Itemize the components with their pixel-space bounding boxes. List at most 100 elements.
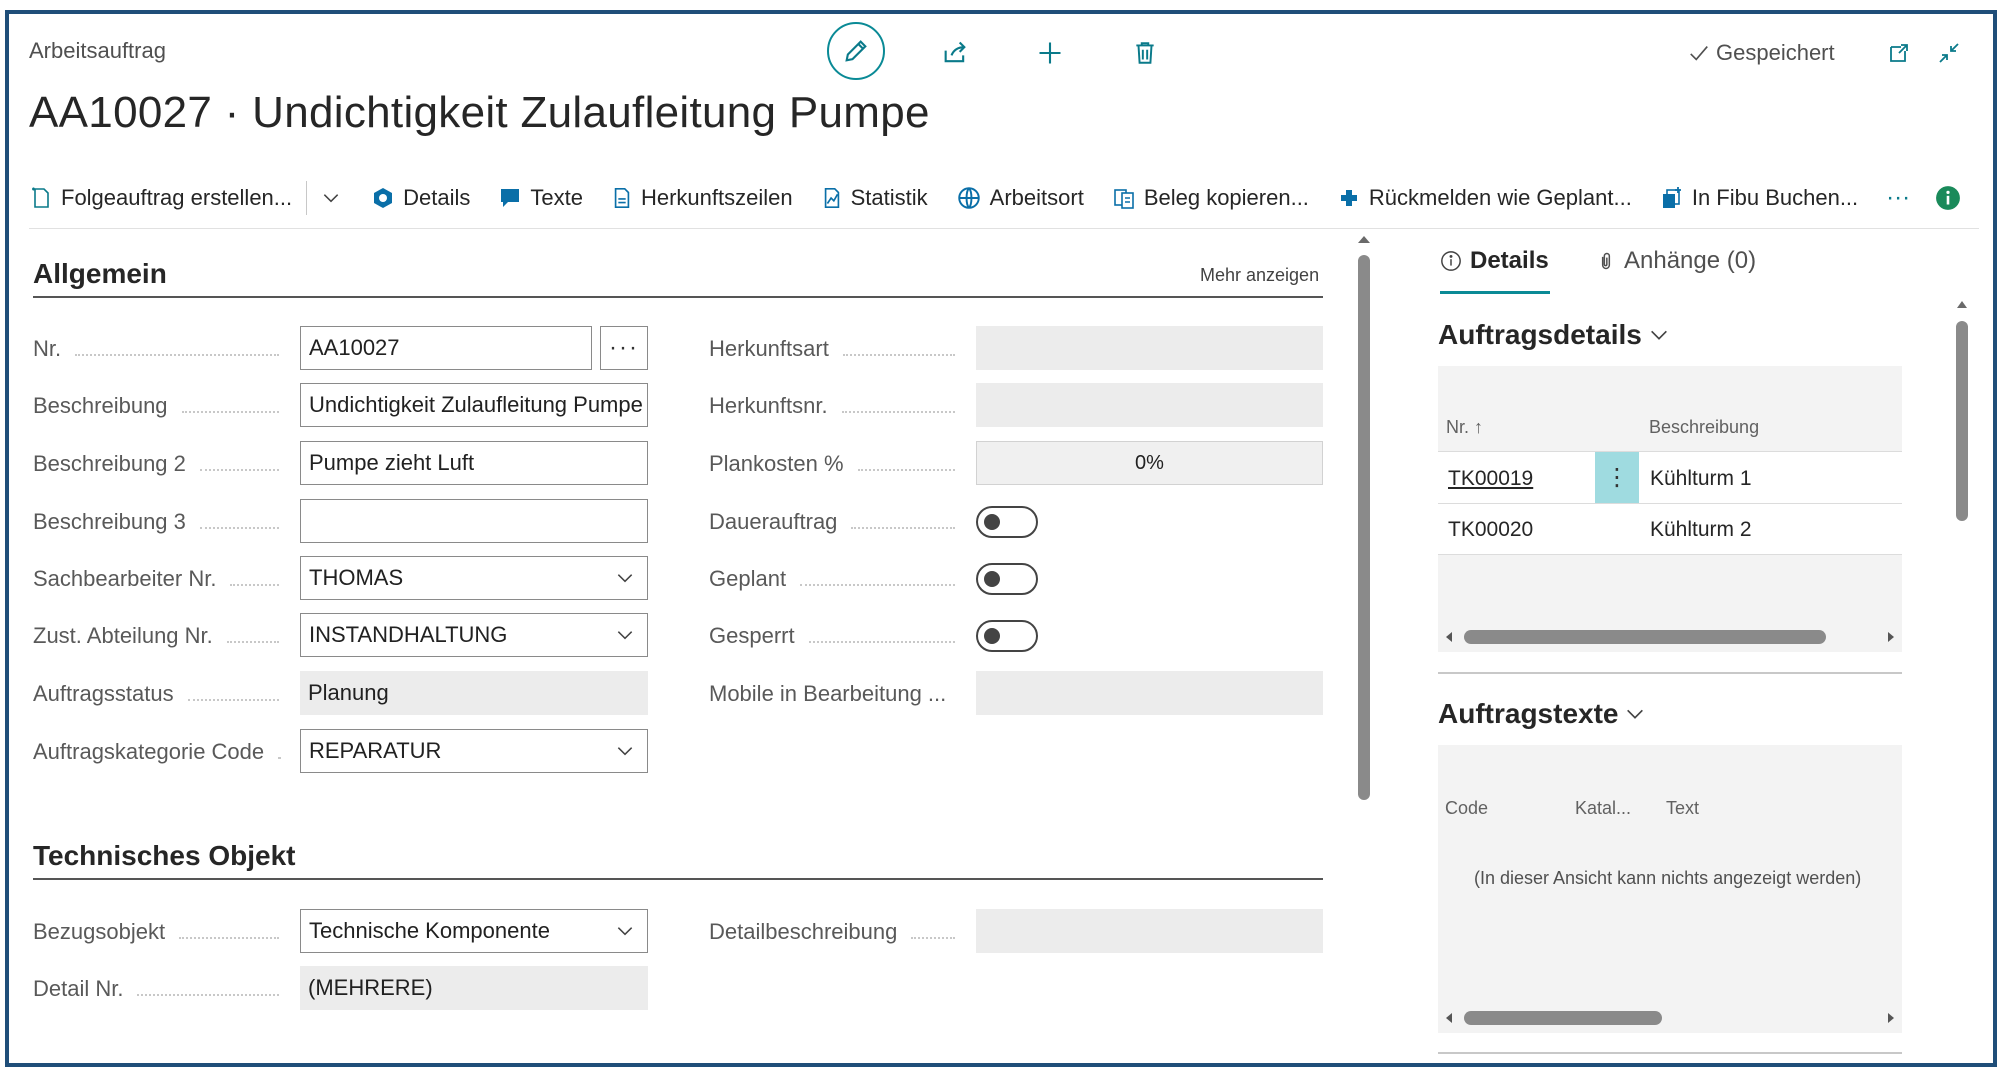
show-more-link[interactable]: Mehr anzeigen [1200, 265, 1319, 286]
column-header-beschreibung[interactable]: Beschreibung [1649, 417, 1759, 438]
trash-icon [1136, 42, 1154, 64]
beschreibung-3-input[interactable] [300, 499, 648, 543]
chevron-down-icon [1650, 330, 1667, 340]
more-actions-button[interactable]: ··· [1886, 184, 1910, 212]
row-description: Kühlturm 1 [1650, 467, 1752, 490]
scroll-up-arrow-icon[interactable] [1356, 233, 1372, 245]
factbox-tab-attachments[interactable]: Anhänge (0) [1596, 247, 1756, 275]
plankosten-progress: 0% [976, 441, 1323, 485]
label-dots [230, 584, 279, 586]
action-rueckmelden[interactable]: Rückmelden wie Geplant... [1337, 185, 1632, 211]
action-arbeitsort[interactable]: Arbeitsort [956, 185, 1084, 211]
gesperrt-toggle[interactable] [976, 620, 1038, 652]
label-dots [187, 699, 279, 701]
order-texts-title[interactable]: Auftragstexte [1438, 698, 1646, 730]
row-nr[interactable]: TK00020 [1448, 518, 1533, 542]
scroll-right-icon[interactable] [1886, 631, 1896, 643]
label-text: Zust. Abteilung Nr. [33, 623, 213, 648]
column-header-katalog[interactable]: Katal... [1575, 798, 1631, 819]
dauerauftrag-toggle[interactable] [976, 506, 1038, 538]
section-title-technical: Technisches Objekt [33, 840, 296, 871]
action-statistik[interactable]: Statistik [821, 185, 928, 211]
mobile-value-box [976, 671, 1323, 715]
column-header-code[interactable]: Code [1445, 798, 1488, 819]
field-label-dauerauftrag: Dauerauftrag [709, 504, 961, 540]
geplant-toggle[interactable] [976, 563, 1038, 595]
toggle-knob [984, 628, 1000, 644]
chevron-down-icon [617, 574, 633, 583]
label-dots [808, 641, 955, 643]
chevron-down-icon [617, 927, 633, 936]
action-folgeauftrag-label: Folgeauftrag erstellen... [61, 185, 293, 210]
action-details[interactable]: Details [371, 185, 470, 211]
page-caption: Arbeitsauftrag [29, 38, 166, 63]
label-dots [842, 354, 955, 356]
action-fibu-buchen-label: In Fibu Buchen... [1691, 185, 1859, 210]
auftragskategorie-select[interactable]: REPARATUR [300, 729, 648, 773]
open-in-new-window-icon [1890, 44, 1908, 62]
nr-value: AA10027 [309, 335, 400, 360]
column-header-text[interactable]: Text [1666, 798, 1699, 819]
action-folgeauftrag[interactable]: Folgeauftrag erstellen... [29, 185, 292, 211]
label-text: Beschreibung [33, 393, 168, 418]
info-pane-toggle[interactable] [1934, 184, 1962, 212]
field-label-beschreibung-3: Beschreibung 3 [33, 504, 285, 540]
copy-document-icon [1114, 189, 1134, 209]
factbox-tab-attachments-label: Anhänge (0) [1624, 247, 1757, 274]
beschreibung-2-input[interactable]: Pumpe zieht Luft [300, 441, 648, 485]
toggle-knob [984, 571, 1000, 587]
delete-button[interactable] [1128, 36, 1162, 70]
order-details-title[interactable]: Auftragsdetails [1438, 319, 1670, 351]
label-dots [226, 641, 279, 643]
nr-input[interactable]: AA10027 [300, 326, 592, 370]
action-rueckmelden-label: Rückmelden wie Geplant... [1368, 185, 1632, 210]
field-label-gesperrt: Gesperrt [709, 618, 961, 654]
nr-assist-button[interactable]: ··· [600, 326, 648, 370]
edit-button[interactable] [827, 22, 885, 80]
factbox-tab-details-label: Details [1470, 247, 1549, 274]
action-texte[interactable]: Texte [498, 185, 583, 211]
action-arbeitsort-label: Arbeitsort [989, 185, 1084, 210]
plankosten-value: 0% [1135, 451, 1164, 474]
scroll-left-icon[interactable] [1444, 1012, 1454, 1024]
row-description: Kühlturm 2 [1650, 518, 1752, 541]
field-label-herkunftsnr: Herkunftsnr. [709, 388, 961, 424]
main-scrollbar-thumb[interactable] [1358, 255, 1370, 800]
open-new-window-button[interactable] [1884, 38, 1914, 68]
order-details-hscroll-thumb[interactable] [1464, 630, 1826, 644]
saved-status-label: Gespeichert [1716, 40, 1835, 65]
row-nr-link[interactable]: TK00019 [1448, 467, 1533, 491]
scroll-left-icon[interactable] [1444, 631, 1454, 643]
chevron-down-icon [617, 747, 633, 756]
action-beleg-kopieren[interactable]: Beleg kopieren... [1112, 185, 1309, 211]
label-dots [851, 527, 955, 529]
column-header-nr[interactable]: Nr. ↑ [1446, 417, 1483, 438]
label-text: Plankosten % [709, 451, 844, 476]
factbox-scroll-up-icon[interactable] [1955, 299, 1969, 309]
beschreibung-input[interactable]: Undichtigkeit Zulaufleitung Pumpe [300, 383, 648, 427]
order-texts-hscroll-thumb[interactable] [1464, 1011, 1662, 1025]
field-label-geplant: Geplant [709, 561, 961, 597]
detail-nr-value-box: (MEHRERE) [300, 966, 648, 1010]
field-label-auftragsstatus: Auftragsstatus [33, 676, 285, 712]
collapse-button[interactable] [1934, 38, 1964, 68]
post-batch-icon [1662, 187, 1681, 208]
new-button[interactable] [1033, 36, 1067, 70]
abteilung-value: INSTANDHALTUNG [309, 622, 508, 647]
post-icon [1340, 190, 1357, 206]
abteilung-select[interactable]: INSTANDHALTUNG [300, 613, 648, 657]
bezugsobjekt-select[interactable]: Technische Komponente [300, 909, 648, 953]
sachbearbeiter-value: THOMAS [309, 565, 404, 590]
factbox-tab-details[interactable]: Details [1440, 247, 1549, 275]
field-label-bezugsobjekt: Bezugsobjekt [33, 914, 285, 950]
scroll-right-icon[interactable] [1886, 1012, 1896, 1024]
row-menu-button[interactable]: ⋮ [1595, 452, 1639, 503]
label-text: Beschreibung 3 [33, 509, 186, 534]
action-dropdown[interactable] [321, 188, 341, 208]
share-button[interactable] [938, 36, 972, 70]
sachbearbeiter-select[interactable]: THOMAS [300, 556, 648, 600]
action-herkunftszeilen[interactable]: Herkunftszeilen [611, 185, 793, 211]
auftragsstatus-value-box: Planung [300, 671, 648, 715]
action-fibu-buchen[interactable]: In Fibu Buchen... [1660, 185, 1858, 211]
factbox-scrollbar-thumb[interactable] [1956, 321, 1968, 521]
